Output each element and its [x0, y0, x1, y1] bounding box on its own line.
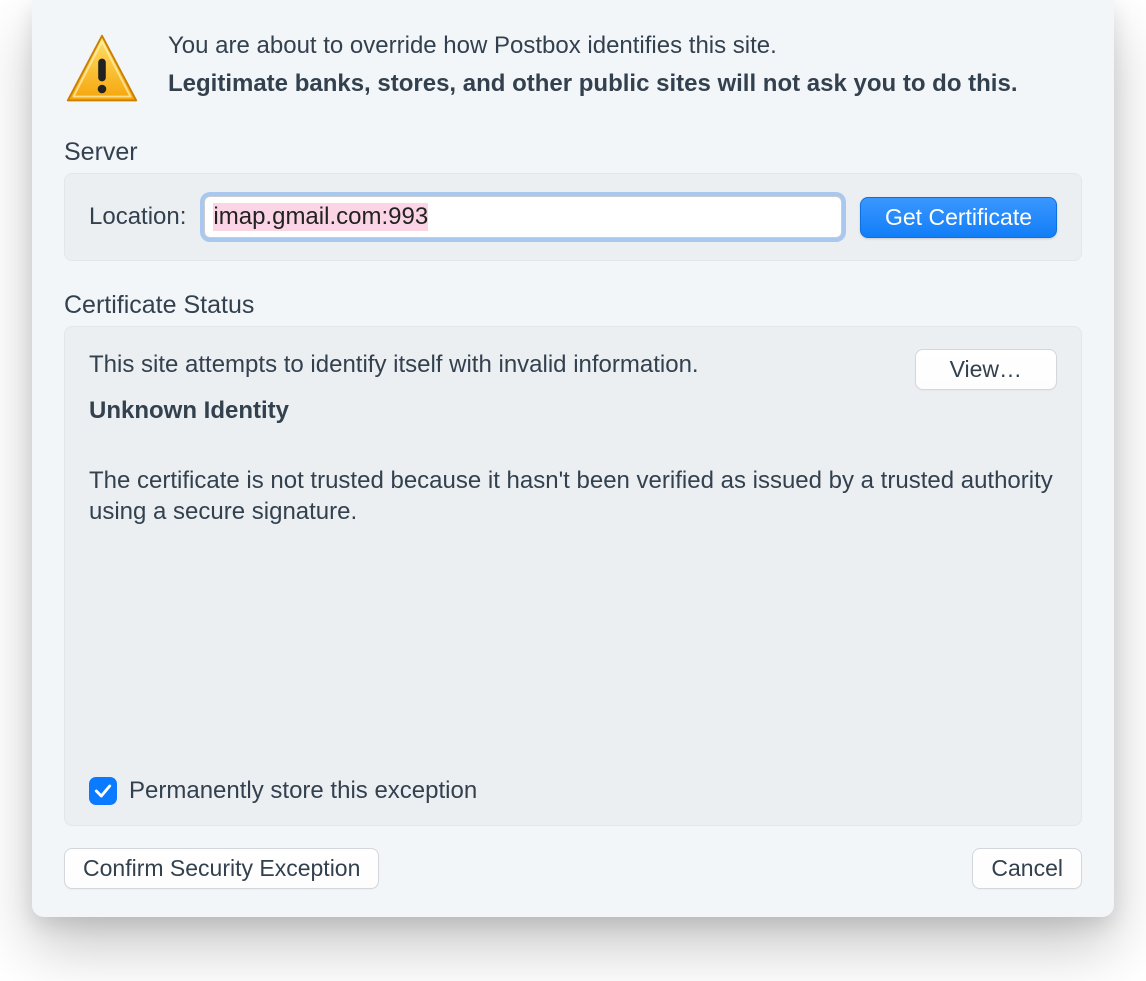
server-section-label: Server [64, 138, 1082, 167]
dialog-footer: Confirm Security Exception Cancel [64, 848, 1082, 889]
location-input[interactable]: imap.gmail.com:993 [204, 196, 842, 238]
security-exception-dialog: You are about to override how Postbox id… [32, 0, 1114, 917]
get-certificate-button[interactable]: Get Certificate [860, 197, 1057, 238]
header-message: You are about to override how Postbox id… [168, 32, 1082, 60]
status-message: This site attempts to identify itself wi… [89, 351, 869, 379]
permanent-store-row: Permanently store this exception [89, 777, 1057, 805]
view-certificate-button[interactable]: View… [915, 349, 1057, 390]
warning-icon [64, 32, 140, 108]
certificate-status-panel: This site attempts to identify itself wi… [64, 326, 1082, 826]
certificate-status-section-label: Certificate Status [64, 291, 1082, 320]
check-icon [93, 781, 113, 801]
status-explanation: The certificate is not trusted because i… [89, 465, 1057, 527]
location-label: Location: [89, 203, 186, 231]
header-warning: Legitimate banks, stores, and other publ… [168, 70, 1082, 98]
permanent-store-checkbox[interactable] [89, 777, 117, 805]
cancel-button[interactable]: Cancel [972, 848, 1082, 889]
location-input-value: imap.gmail.com:993 [213, 203, 428, 232]
confirm-security-exception-button[interactable]: Confirm Security Exception [64, 848, 379, 889]
dialog-header: You are about to override how Postbox id… [64, 32, 1082, 108]
header-text: You are about to override how Postbox id… [168, 32, 1082, 98]
server-panel: Location: imap.gmail.com:993 Get Certifi… [64, 173, 1082, 261]
permanent-store-label: Permanently store this exception [129, 777, 477, 805]
status-subtitle: Unknown Identity [89, 397, 1057, 425]
